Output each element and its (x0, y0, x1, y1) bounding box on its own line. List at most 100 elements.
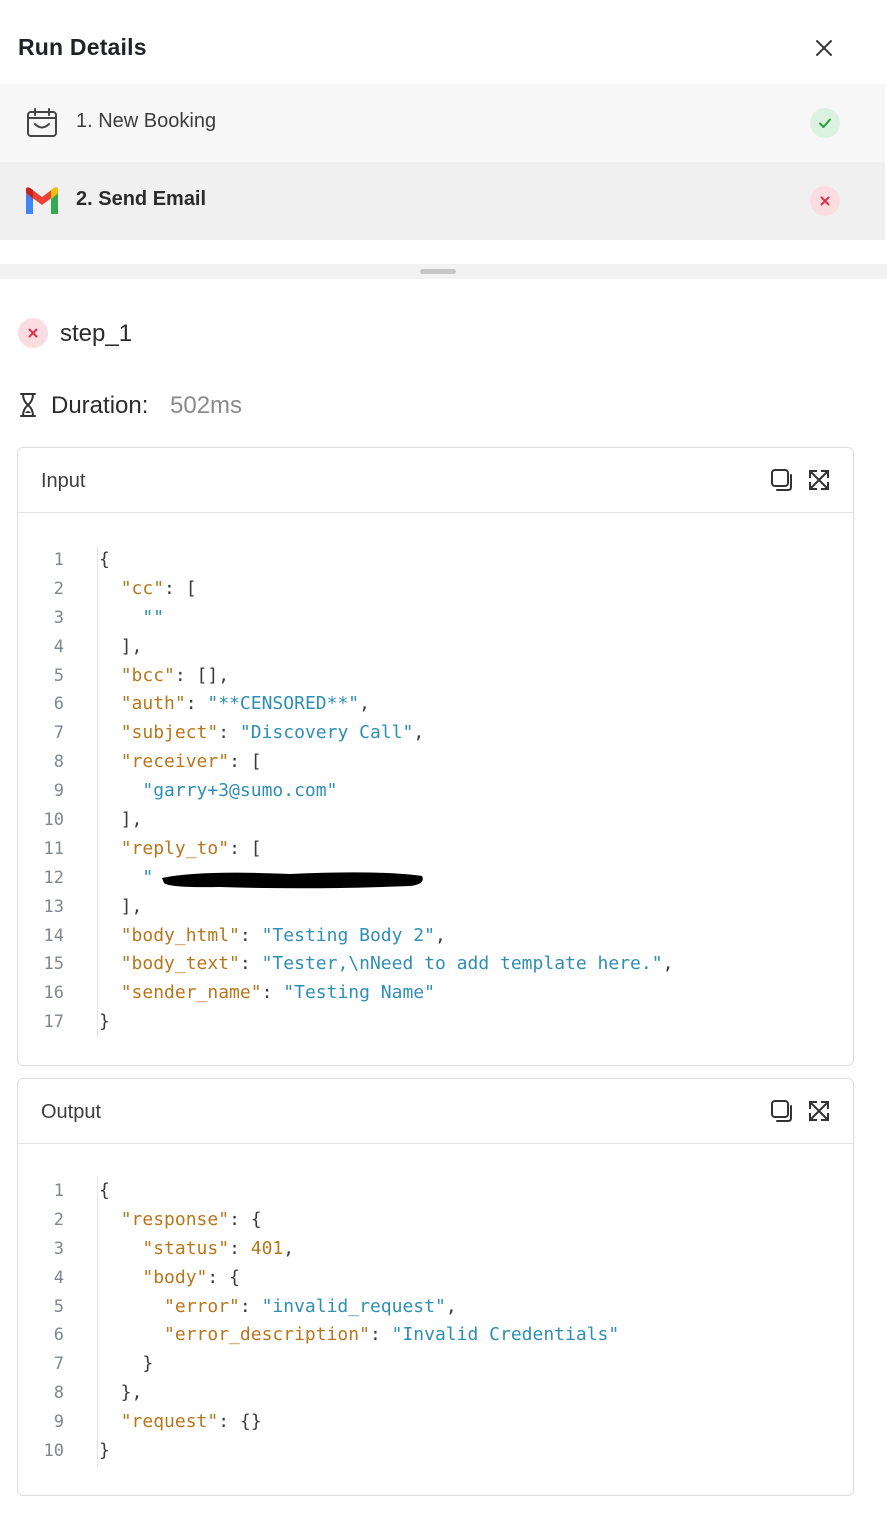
expand-button[interactable] (807, 468, 831, 492)
failure-status-badge (18, 318, 48, 348)
code-line: 6 "auth": "**CENSORED**", (18, 690, 853, 719)
line-number: 1 (53, 550, 64, 570)
code-line: 5 "bcc": [], (18, 662, 853, 691)
code-token: , (445, 1295, 457, 1317)
code-token: "error_description" (164, 1324, 370, 1346)
output-panel: Output 1{2 "response": {3 "status": 401,… (17, 1078, 854, 1496)
code-token: } (99, 1353, 154, 1375)
code-line: 9 "garry+3@sumo.com" (18, 777, 853, 806)
code-token: : [ (229, 751, 262, 773)
code-line: 15 "body_text": "Tester,\nNeed to add te… (18, 950, 853, 979)
code-token: "response" (120, 1208, 230, 1230)
copy-button[interactable] (770, 1099, 794, 1123)
code-token: "Invalid Credentials" (391, 1324, 620, 1346)
code-text: } (99, 1437, 110, 1466)
code-token: "" (142, 606, 165, 628)
code-text: "response": { (99, 1206, 262, 1235)
code-text: "reply_to": [ (99, 835, 262, 864)
line-number: 8 (53, 1383, 64, 1404)
code-line: 10 ], (18, 806, 853, 835)
code-token: , (662, 953, 674, 975)
code-text: "receiver": [ (99, 748, 262, 777)
code-text: "request": {} (99, 1408, 262, 1437)
code-line: 4 "body": { (18, 1264, 853, 1293)
output-code-block: 1{2 "response": {3 "status": 401, 4 "body… (18, 1177, 853, 1466)
code-token: "Testing Body 2" (261, 924, 435, 946)
copy-button[interactable] (770, 468, 794, 492)
code-token: } (99, 1011, 110, 1033)
code-text: "bcc": [], (99, 662, 229, 691)
code-token: "bcc" (120, 664, 175, 686)
line-number: 13 (43, 896, 64, 917)
expand-icon (809, 470, 829, 490)
input-code-block: 1{2 "cc": [3 "" 4 ], 5 "bcc": [], 6 "auth":… (18, 546, 853, 1037)
code-token: : { (229, 1208, 262, 1230)
code-token: "Tester,\nNeed to add template here." (261, 953, 663, 975)
code-token: : (261, 982, 284, 1004)
code-text: "auth": "**CENSORED**", (99, 690, 370, 719)
step-label: 2. Send Email (76, 188, 207, 210)
line-number: 10 (43, 810, 64, 831)
duration-label: Duration: (51, 392, 149, 419)
code-text: "sender_name": "Testing Name" (99, 979, 435, 1008)
step-name: step_1 (60, 320, 133, 347)
code-token: "request" (120, 1411, 219, 1433)
output-panel-header: Output (18, 1079, 853, 1144)
code-token: , (434, 924, 446, 946)
code-token: "subject" (120, 722, 219, 744)
step-label: 1. New Booking (76, 110, 217, 132)
code-token: "auth" (120, 693, 186, 715)
code-token: ], (99, 809, 143, 831)
code-token: : (239, 924, 262, 946)
code-token: , (413, 722, 425, 744)
code-token: "Testing Name" (283, 982, 435, 1004)
step-item-send-email[interactable]: 2. Send Email (0, 162, 885, 240)
code-token: "reply_to" (120, 837, 230, 859)
line-number: 9 (53, 1412, 64, 1433)
code-token: : (218, 722, 240, 744)
code-line: 11 "reply_to": [ (18, 835, 853, 864)
drag-handle[interactable] (420, 269, 456, 274)
code-line: 2 "response": { (18, 1206, 853, 1235)
code-line: 13 ], (18, 893, 853, 922)
line-number: 3 (53, 1238, 64, 1259)
code-text: "garry+3@sumo.com" (99, 777, 337, 806)
code-token: { (99, 549, 110, 570)
line-number: 3 (53, 607, 64, 628)
code-line: 9 "request": {} (18, 1408, 853, 1437)
code-token: " (142, 866, 154, 888)
panel-title: Run Details (18, 34, 147, 60)
line-number: 5 (53, 665, 64, 686)
step-item-new-booking[interactable]: 1. New Booking (0, 84, 885, 162)
close-button[interactable] (810, 34, 838, 62)
code-text: "body_html": "Testing Body 2", (99, 922, 446, 951)
input-panel-title: Input (41, 470, 86, 492)
code-token: "status" (142, 1237, 230, 1259)
line-number: 5 (53, 1296, 64, 1317)
line-number: 12 (43, 867, 64, 888)
code-text: } (99, 1008, 110, 1037)
line-number: 4 (53, 636, 64, 657)
x-icon (820, 196, 830, 206)
code-text: { (99, 546, 110, 575)
code-line: 6 "error_description": "Invalid Credenti… (18, 1321, 853, 1350)
code-text: "subject": "Discovery Call", (99, 719, 424, 748)
code-token: ], (99, 895, 143, 917)
code-text: "status": 401, (99, 1235, 294, 1264)
expand-button[interactable] (807, 1099, 831, 1123)
code-line: 2 "cc": [ (18, 575, 853, 604)
code-line: 7 "subject": "Discovery Call", (18, 719, 853, 748)
code-line: 14 "body_html": "Testing Body 2", (18, 922, 853, 951)
gmail-icon (24, 185, 60, 217)
code-line: 3 "" (18, 604, 853, 633)
code-line: 5 "error": "invalid_request", (18, 1293, 853, 1322)
failure-status-badge (810, 186, 840, 216)
output-panel-title: Output (41, 1101, 102, 1123)
